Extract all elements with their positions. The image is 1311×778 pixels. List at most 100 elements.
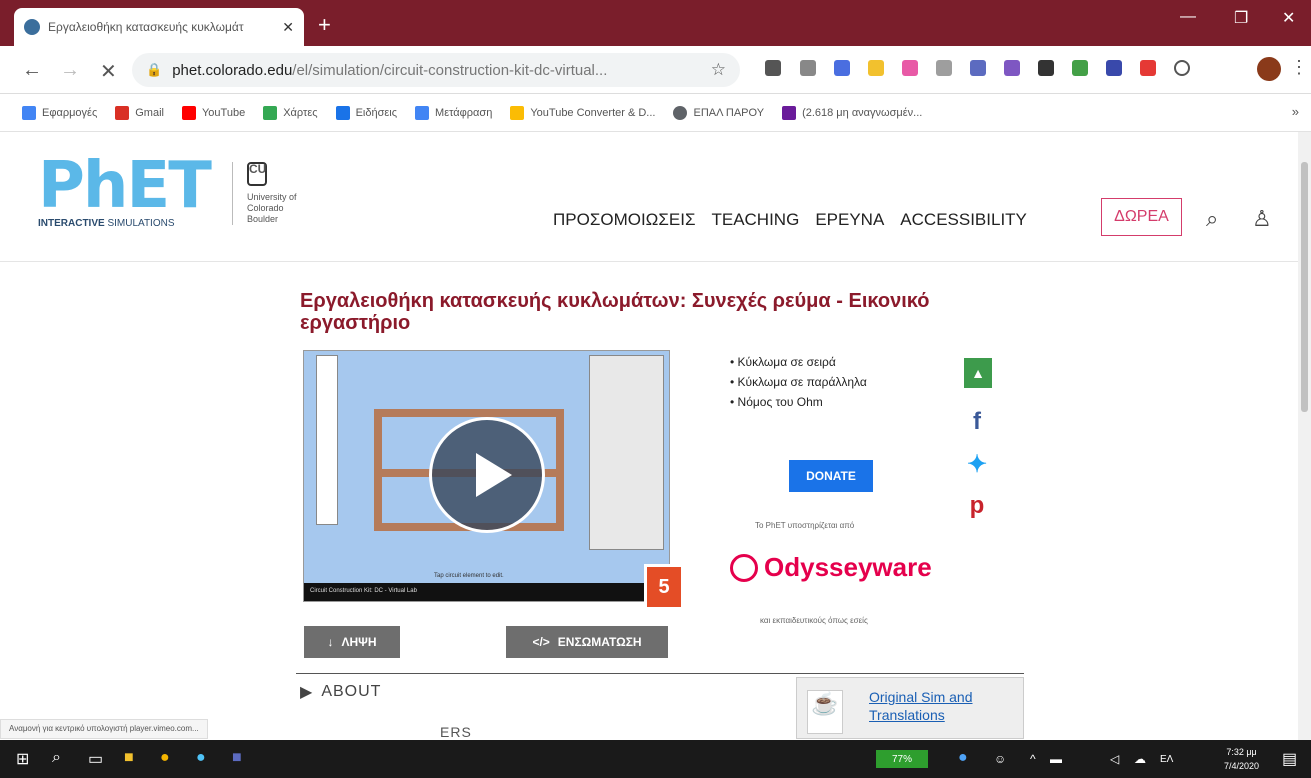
sim-toolbox <box>316 355 338 525</box>
new-tab-icon[interactable]: + <box>318 12 331 38</box>
people-icon[interactable]: ☺ <box>994 752 1006 766</box>
bookmark-item[interactable]: YouTube Converter & D... <box>510 105 655 120</box>
topics-list: Κύκλωμα σε σειρά Κύκλωμα σε παράλληλα Νό… <box>730 352 867 412</box>
download-label: ΛΗΨΗ <box>341 635 377 649</box>
facebook-icon[interactable]: f <box>964 408 990 436</box>
extension-icon[interactable] <box>1072 60 1088 76</box>
odysseyware-icon <box>730 553 758 582</box>
circuit-wire <box>556 409 564 531</box>
chrome-icon[interactable]: ● <box>160 749 170 767</box>
forward-icon[interactable]: → <box>60 59 80 82</box>
twitter-icon[interactable]: ✦ <box>964 450 990 479</box>
maps-icon <box>263 105 278 120</box>
restore-icon[interactable]: ❐ <box>1234 8 1248 28</box>
url-path: /el/simulation/circuit-construction-kit-… <box>292 61 608 79</box>
bookmark-item[interactable]: ΕΠΑΛ ΠΑΡΟΥ <box>673 105 765 120</box>
network-icon[interactable]: ▬ <box>1050 752 1062 766</box>
extension-icon[interactable] <box>936 60 952 76</box>
bookmark-item[interactable]: YouTube <box>181 105 246 120</box>
youtube-icon <box>181 105 196 120</box>
extension-icon[interactable] <box>1038 60 1054 76</box>
tray-arrow-icon[interactable]: ^ <box>1030 752 1036 766</box>
nav-simulations[interactable]: ΠΡΟΣΟΜΟΙΩΣΕΙΣ <box>553 210 695 230</box>
search-icon[interactable]: ⌕ <box>1206 206 1218 232</box>
notifications-icon[interactable]: ▤ <box>1282 749 1297 769</box>
bookmark-label: Gmail <box>135 106 164 119</box>
bookmark-label: Ειδήσεις <box>355 106 398 119</box>
task-view-icon[interactable]: ▭ <box>88 749 103 769</box>
extension-icon[interactable] <box>868 60 884 76</box>
bookmark-label: (2.618 μη αναγνωσμέν... <box>802 106 923 119</box>
pinterest-icon[interactable]: p <box>964 492 990 520</box>
extension-icon[interactable] <box>765 60 781 76</box>
more-bookmarks-icon[interactable]: » <box>1292 104 1299 119</box>
logo-wordmark: PhET <box>38 149 212 223</box>
extension-icon[interactable] <box>834 60 850 76</box>
page-scrollbar[interactable] <box>1298 132 1311 740</box>
lock-icon[interactable]: 🔒 <box>146 62 162 78</box>
cu-boulder-logo[interactable]: CU University of Colorado Boulder <box>232 162 312 225</box>
url-bar[interactable]: 🔒 phet.colorado.edu /el/simulation/circu… <box>132 53 740 87</box>
page-title: Εργαλειοθήκη κατασκευής κυκλωμάτων: Συνε… <box>300 290 930 334</box>
tab-title: Εργαλειοθήκη κατασκευής κυκλωμάτ <box>48 20 244 34</box>
extension-icon[interactable] <box>1140 60 1156 76</box>
search-taskbar-icon[interactable]: ⌕ <box>52 749 61 767</box>
file-explorer-icon[interactable]: ■ <box>124 749 134 767</box>
bookmark-label: YouTube <box>201 106 246 119</box>
section-divider <box>296 673 1024 674</box>
browser-tab[interactable]: Εργαλειοθήκη κατασκευής κυκλωμάτ ✕ <box>14 8 304 46</box>
embed-button[interactable]: </> ΕΝΣΩΜΑΤΩΣΗ <box>506 626 668 658</box>
nav-teaching[interactable]: TEACHING <box>711 210 799 230</box>
extension-icon[interactable] <box>1106 60 1122 76</box>
extension-icon[interactable] <box>1004 60 1020 76</box>
extension-icon[interactable] <box>970 60 986 76</box>
help-icon[interactable]: ● <box>958 749 968 767</box>
bookmark-item[interactable]: Μετάφραση <box>415 105 492 120</box>
cloud-icon[interactable]: ☁ <box>1134 752 1146 766</box>
play-video-button[interactable] <box>429 417 545 533</box>
simulation-preview[interactable]: Tap circuit element to edit. Circuit Con… <box>303 350 670 602</box>
bookmark-item[interactable]: Gmail <box>115 105 164 120</box>
google-classroom-icon[interactable]: ▲ <box>964 358 992 388</box>
bookmark-star-icon[interactable]: ☆ <box>711 60 726 80</box>
donate-nav-button[interactable]: ΔΩΡΕΑ <box>1101 198 1182 236</box>
profile-avatar[interactable] <box>1257 57 1281 81</box>
extension-icon[interactable] <box>1174 60 1190 76</box>
bookmark-item[interactable]: Εφαρμογές <box>22 105 97 120</box>
about-section-toggle[interactable]: ▶ ABOUT <box>300 682 381 702</box>
close-tab-icon[interactable]: ✕ <box>282 19 294 36</box>
download-button[interactable]: ↓ ΛΗΨΗ <box>304 626 400 658</box>
stop-loading-icon[interactable]: ✕ <box>100 59 117 84</box>
nav-research[interactable]: ΕΡΕΥΝΑ <box>815 210 884 230</box>
minimize-icon[interactable]: — <box>1180 8 1196 26</box>
odysseyware-logo[interactable]: Odysseyware <box>730 552 932 583</box>
bookmark-item[interactable]: Ειδήσεις <box>335 105 398 120</box>
original-sim-link[interactable]: Original Sim and Translations <box>869 688 1023 724</box>
battery-indicator[interactable]: 77% <box>876 750 928 768</box>
logo-tagline-bold: INTERACTIVE <box>38 218 105 229</box>
volume-icon[interactable]: ◁ <box>1110 752 1119 766</box>
nav-accessibility[interactable]: ACCESSIBILITY <box>900 210 1027 230</box>
windows-start-icon[interactable]: ⊞ <box>16 749 29 769</box>
cu-text: University of Colorado Boulder <box>247 192 297 224</box>
bookmark-item[interactable]: Χάρτες <box>263 105 318 120</box>
translate-icon <box>415 105 430 120</box>
browser-icon[interactable]: ● <box>196 749 206 767</box>
educators-text: και εκπαιδευτικούς όπως εσείς <box>760 616 868 625</box>
donate-button[interactable]: DONATE <box>789 460 873 492</box>
bookmark-label: ΕΠΑΛ ΠΑΡΟΥ <box>693 106 765 119</box>
phet-logo[interactable]: PhET INTERACTIVE SIMULATIONS <box>38 154 218 244</box>
scrollbar-thumb[interactable] <box>1301 162 1308 412</box>
code-icon: </> <box>532 635 550 649</box>
extension-icon[interactable] <box>800 60 816 76</box>
bookmark-item[interactable]: (2.618 μη αναγνωσμέν... <box>782 105 923 120</box>
close-window-icon[interactable]: ✕ <box>1282 8 1295 28</box>
menu-kebab-icon[interactable]: ⋮ <box>1290 57 1308 78</box>
back-icon[interactable]: ← <box>22 59 42 82</box>
apps-grid-icon <box>22 105 36 120</box>
user-icon[interactable]: ♙ <box>1252 206 1272 232</box>
system-clock[interactable]: 7:32 μμ 7/4/2020 <box>1224 745 1259 773</box>
extension-icon[interactable] <box>902 60 918 76</box>
language-indicator[interactable]: ΕΛ <box>1160 754 1173 765</box>
app-icon[interactable]: ■ <box>232 749 242 767</box>
